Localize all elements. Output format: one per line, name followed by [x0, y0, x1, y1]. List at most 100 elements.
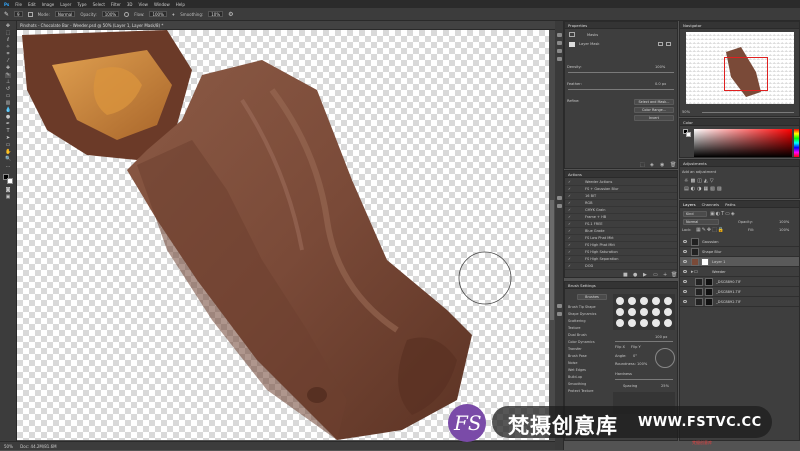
- brush-tip[interactable]: [628, 308, 636, 316]
- brush-size-field[interactable]: 9: [14, 11, 23, 17]
- menu-edit[interactable]: Edit: [28, 2, 36, 7]
- apply-mask-icon[interactable]: ◈: [650, 162, 654, 168]
- action-row[interactable]: ✓ FS High Separation: [565, 256, 677, 263]
- mode-select[interactable]: Normal: [54, 11, 76, 17]
- layer-row[interactable]: Shape Blur: [680, 247, 799, 257]
- lock-icons[interactable]: ▦✎✥⬚🔒: [696, 227, 725, 233]
- quick-select-tool-icon[interactable]: ✧: [5, 45, 11, 50]
- brush-option[interactable]: Color Dynamics: [568, 339, 595, 345]
- action-row[interactable]: ✓ FS High Phat Mkt: [565, 242, 677, 249]
- eye-icon[interactable]: [683, 290, 687, 293]
- scrollbar-thumb[interactable]: [550, 200, 554, 320]
- stop-icon[interactable]: ■: [623, 272, 628, 278]
- action-row[interactable]: ✓ Frame + HB: [565, 214, 677, 221]
- brush-tip[interactable]: [616, 319, 624, 327]
- screen-mode-icon[interactable]: ▣: [5, 195, 11, 200]
- action-row[interactable]: ✓ RGB: [565, 200, 677, 207]
- brush-tip[interactable]: [616, 297, 624, 305]
- action-row[interactable]: ✓ FS Low Phat Mkt: [565, 235, 677, 242]
- quick-mask-icon[interactable]: ◙: [5, 188, 11, 193]
- brush-tip[interactable]: [640, 319, 648, 327]
- dodge-tool-icon[interactable]: ●: [5, 115, 11, 120]
- brush-option[interactable]: Brush Pose: [568, 353, 587, 359]
- zoom-tool-icon[interactable]: 🔍: [5, 157, 11, 162]
- brush-option[interactable]: Smoothing: [568, 381, 586, 387]
- eye-icon[interactable]: [683, 260, 687, 263]
- menu-select[interactable]: Select: [93, 2, 105, 7]
- brushes-icon[interactable]: [557, 312, 562, 316]
- brush-tip[interactable]: [664, 308, 672, 316]
- menu-layer[interactable]: Layer: [60, 2, 71, 7]
- fill-value[interactable]: 100%: [779, 227, 797, 233]
- color-range-button[interactable]: Color Range...: [634, 107, 674, 113]
- layer-mask-icon[interactable]: [569, 42, 575, 47]
- menu-help[interactable]: Help: [176, 2, 185, 7]
- healing-tool-icon[interactable]: ✚: [5, 66, 11, 71]
- action-row[interactable]: ✓ FS-1 FREE: [565, 221, 677, 228]
- brush-option[interactable]: Protect Texture: [568, 388, 593, 394]
- shape-tool-icon[interactable]: ▭: [5, 143, 11, 148]
- eye-icon[interactable]: [683, 250, 687, 253]
- brush-tip[interactable]: [652, 297, 660, 305]
- brush-option[interactable]: Shape Dynamics: [568, 311, 596, 317]
- history-icon[interactable]: [557, 33, 562, 37]
- brush-option[interactable]: Transfer: [568, 346, 582, 352]
- brush-size-value[interactable]: 100 px: [655, 334, 675, 340]
- adjustment-icons-row1[interactable]: ☼▩◫◭▽: [684, 178, 716, 184]
- record-icon[interactable]: ●: [633, 272, 637, 278]
- delete-mask-icon[interactable]: 🗑: [670, 162, 676, 168]
- brush-option[interactable]: Texture: [568, 325, 580, 331]
- hand-tool-icon[interactable]: ✋: [5, 150, 11, 155]
- brush-option[interactable]: Brush Tip Shape: [568, 304, 596, 310]
- eye-icon[interactable]: [683, 280, 687, 283]
- brush-settings-tab[interactable]: Brush Settings: [565, 282, 677, 289]
- brush-tool-icon[interactable]: ✎: [5, 73, 11, 78]
- action-row[interactable]: ✓ DOD: [565, 263, 677, 270]
- hue-slider[interactable]: [794, 129, 799, 157]
- zoom-level[interactable]: 50%: [4, 444, 13, 449]
- properties-tab[interactable]: Properties: [565, 22, 677, 29]
- hardness-slider[interactable]: [615, 379, 673, 380]
- move-tool-icon[interactable]: ✥: [5, 24, 11, 29]
- layer-mask-thumbnail[interactable]: [705, 288, 713, 296]
- blur-tool-icon[interactable]: 💧: [5, 108, 11, 113]
- brush-tip[interactable]: [664, 297, 672, 305]
- marquee-tool-icon[interactable]: ⬚: [5, 31, 11, 36]
- brush-tip[interactable]: [652, 308, 660, 316]
- action-row[interactable]: ✓ 16 BIT: [565, 193, 677, 200]
- stamp-tool-icon[interactable]: ⊥: [5, 80, 11, 85]
- adjustments-tab[interactable]: Adjustments: [680, 160, 799, 167]
- menu-view[interactable]: View: [138, 2, 148, 7]
- action-row[interactable]: ✓ CMYK Grain: [565, 207, 677, 214]
- brush-tip[interactable]: [640, 308, 648, 316]
- navigator-view-box[interactable]: [724, 57, 768, 91]
- pen-tool-icon[interactable]: ✒: [5, 122, 11, 127]
- select-and-mask-button[interactable]: Select and Mask...: [634, 99, 674, 105]
- layer-mask-thumbnail[interactable]: [705, 278, 713, 286]
- gear-icon[interactable]: ⚙: [228, 11, 233, 18]
- brush-option[interactable]: Dual Brush: [568, 332, 587, 338]
- background-swatch[interactable]: [686, 132, 691, 137]
- crop-tool-icon[interactable]: ⌗: [5, 52, 11, 57]
- navigator-thumbnail[interactable]: [686, 32, 794, 104]
- info-icon[interactable]: [557, 41, 562, 45]
- feather-value[interactable]: 0.0 px: [655, 81, 675, 87]
- more-tools-icon[interactable]: …: [5, 164, 11, 169]
- brush-option[interactable]: Build-up: [568, 374, 582, 380]
- invert-button[interactable]: Invert: [634, 115, 674, 121]
- flow-field[interactable]: 100%: [149, 11, 167, 17]
- actions-tab[interactable]: Actions: [565, 171, 677, 178]
- eyedropper-tool-icon[interactable]: ⁄: [5, 59, 11, 64]
- brush-panel-icon[interactable]: [27, 11, 33, 17]
- layer-group-row[interactable]: ▸▭ Weeder: [680, 267, 799, 277]
- background-color-swatch[interactable]: [7, 178, 13, 184]
- play-icon[interactable]: ▶: [643, 272, 647, 278]
- density-value[interactable]: 100%: [655, 64, 675, 70]
- layer-filter-icons[interactable]: ▣◐T▭◈: [710, 211, 736, 217]
- action-row[interactable]: ✓ Weeder Actions: [565, 179, 677, 186]
- lasso-tool-icon[interactable]: ℓ: [5, 38, 11, 43]
- toggle-mask-icon[interactable]: ◉: [660, 162, 664, 168]
- brush-tip[interactable]: [640, 297, 648, 305]
- menu-file[interactable]: File: [15, 2, 22, 7]
- document-canvas[interactable]: [17, 30, 549, 440]
